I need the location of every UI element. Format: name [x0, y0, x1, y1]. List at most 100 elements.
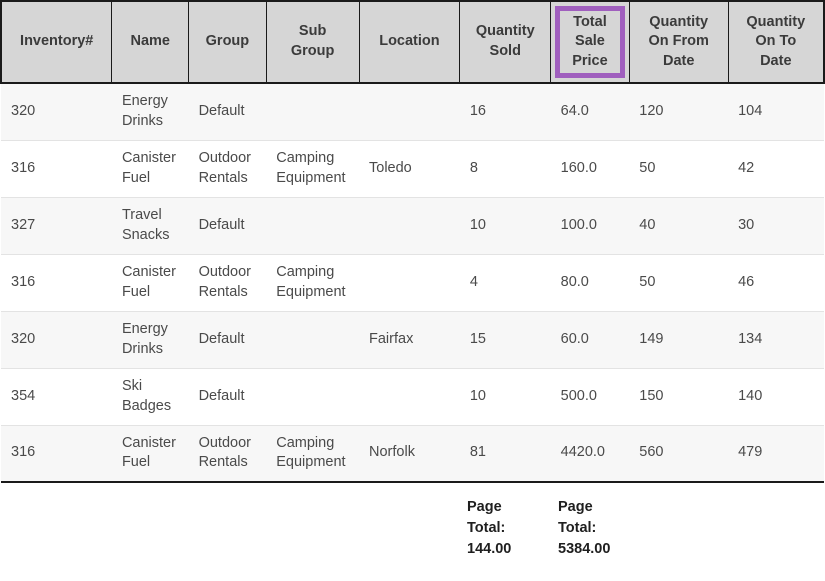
table-row[interactable]: 327 Travel Snacks Default 10 100.0 40 30	[1, 197, 824, 255]
column-header-quantity-on-from-date-label-line3: Date	[662, 52, 695, 69]
column-header-group[interactable]: Group	[188, 0, 267, 84]
cell-name: Canister Fuel	[111, 425, 189, 483]
column-header-group-label: Group	[205, 33, 250, 50]
cell-sub-group	[266, 197, 360, 255]
cell-qty-on-from: 40	[629, 197, 729, 255]
inventory-sales-table: Inventory# Name Group Sub Group Location…	[0, 0, 825, 483]
cell-total-sale: 160.0	[550, 140, 630, 198]
footer-total-sale-price-total-label-line1: Page	[558, 499, 593, 515]
cell-total-sale: 80.0	[550, 254, 630, 312]
cell-group: Default	[188, 197, 267, 255]
cell-name: Energy Drinks	[111, 311, 189, 369]
table-header-row: Inventory# Name Group Sub Group Location…	[0, 0, 825, 84]
cell-location: Norfolk	[359, 425, 460, 483]
cell-group: Outdoor Rentals	[188, 140, 267, 198]
cell-total-sale: 500.0	[550, 368, 630, 426]
cell-qty-on-from: 150	[629, 368, 729, 426]
cell-location: Toledo	[359, 140, 460, 198]
cell-group: Default	[188, 311, 267, 369]
column-header-sub-group[interactable]: Sub Group	[265, 0, 360, 84]
cell-quantity-sold: 16	[459, 83, 551, 141]
column-header-name-label: Name	[130, 33, 171, 50]
column-header-sub-group-label-line1: Sub	[298, 23, 327, 40]
column-header-quantity-on-from-date-label-line1: Quantity	[649, 13, 709, 30]
footer-quantity-sold-total-value: 144.00	[467, 541, 512, 558]
table-row[interactable]: 316 Canister Fuel Outdoor Rentals Camping E…	[1, 254, 824, 312]
table-row[interactable]: 316 Canister Fuel Outdoor Rentals Camping E…	[1, 140, 824, 198]
column-header-quantity-sold[interactable]: Quantity Sold	[459, 0, 552, 84]
cell-qty-on-to: 134	[728, 311, 824, 369]
cell-quantity-sold: 81	[459, 425, 551, 483]
cell-total-sale: 60.0	[550, 311, 630, 369]
cell-qty-on-from: 149	[629, 311, 729, 369]
cell-qty-on-from: 50	[629, 140, 729, 198]
column-header-quantity-on-from-date[interactable]: Quantity On From Date	[628, 0, 729, 84]
cell-sub-group: Camping Equipment	[266, 425, 360, 483]
column-header-total-sale-price-label-line1: Total	[573, 13, 607, 30]
column-header-location[interactable]: Location	[358, 0, 461, 84]
cell-qty-on-from: 50	[629, 254, 729, 312]
footer-quantity-sold-total-label-line1: Page	[467, 499, 502, 515]
column-header-sub-group-label-line2: Group	[290, 43, 335, 59]
column-header-quantity-on-to-date[interactable]: Quantity On To Date	[727, 0, 825, 84]
cell-inventory: 316	[1, 140, 112, 198]
cell-name: Travel Snacks	[111, 197, 189, 255]
cell-group: Outdoor Rentals	[188, 254, 267, 312]
table-body: 320 Energy Drinks Default 16 64.0 120 104 316 Ca…	[1, 83, 824, 483]
table-row[interactable]: 320 Energy Drinks Default Fairfax 15 60.0 149 1…	[1, 311, 824, 369]
table-row[interactable]: 320 Energy Drinks Default 16 64.0 120 104	[1, 83, 824, 141]
footer-quantity-sold-total: Page Total: 144.00	[467, 497, 511, 560]
cell-qty-on-to: 30	[728, 197, 824, 255]
cell-location	[359, 254, 460, 312]
column-header-quantity-on-to-date-label-line3: Date	[760, 52, 792, 69]
cell-inventory: 327	[1, 197, 112, 255]
cell-sub-group	[266, 368, 360, 426]
cell-inventory: 320	[1, 311, 112, 369]
cell-inventory: 316	[1, 254, 112, 312]
cell-location	[359, 368, 460, 426]
cell-name: Canister Fuel	[111, 254, 189, 312]
column-header-total-sale-price[interactable]: Total Sale Price	[550, 0, 630, 84]
column-header-quantity-sold-label-line2: Sold	[489, 43, 521, 59]
cell-quantity-sold: 15	[459, 311, 551, 369]
cell-quantity-sold: 10	[459, 368, 551, 426]
cell-quantity-sold: 4	[459, 254, 551, 312]
cell-location	[359, 83, 460, 141]
cell-qty-on-from: 560	[629, 425, 729, 483]
footer-total-sale-price-total-label-line2: Total:	[558, 520, 597, 537]
cell-group: Default	[188, 83, 267, 141]
cell-name: Energy Drinks	[111, 83, 189, 141]
cell-sub-group: Camping Equipment	[266, 254, 360, 312]
cell-name: Canister Fuel	[111, 140, 189, 198]
column-header-quantity-on-to-date-label-line2: On To	[755, 33, 797, 50]
footer-total-sale-price-total-value: 5384.00	[558, 541, 611, 558]
cell-group: Outdoor Rentals	[188, 425, 267, 483]
table-footer: Page Total: 144.00 Page Total: 5384.00	[0, 483, 825, 579]
column-header-name[interactable]: Name	[111, 0, 190, 84]
cell-sub-group	[266, 83, 360, 141]
footer-total-sale-price-total: Page Total: 5384.00	[558, 497, 610, 560]
cell-location: Fairfax	[359, 311, 460, 369]
cell-quantity-sold: 8	[459, 140, 551, 198]
cell-total-sale: 64.0	[550, 83, 630, 141]
cell-total-sale: 4420.0	[550, 425, 630, 483]
cell-quantity-sold: 10	[459, 197, 551, 255]
column-header-quantity-on-to-date-label-line1: Quantity	[746, 13, 806, 30]
table-row[interactable]: 316 Canister Fuel Outdoor Rentals Camping E…	[1, 425, 824, 483]
cell-qty-on-to: 140	[728, 368, 824, 426]
cell-total-sale: 100.0	[550, 197, 630, 255]
column-header-inventory-label: Inventory#	[20, 33, 94, 50]
cell-qty-on-to: 42	[728, 140, 824, 198]
cell-inventory: 354	[1, 368, 112, 426]
cell-name: Ski Badges	[111, 368, 189, 426]
column-header-quantity-on-from-date-label-line2: On From	[648, 33, 709, 50]
column-header-inventory[interactable]: Inventory#	[0, 0, 113, 84]
table-header: Inventory# Name Group Sub Group Location…	[0, 0, 825, 84]
cell-group: Default	[188, 368, 267, 426]
table-row[interactable]: 354 Ski Badges Default 10 500.0 150 140	[1, 368, 824, 426]
cell-inventory: 316	[1, 425, 112, 483]
cell-location	[359, 197, 460, 255]
cell-sub-group	[266, 311, 360, 369]
footer-quantity-sold-total-label-line2: Total:	[467, 520, 506, 537]
cell-sub-group: Camping Equipment	[266, 140, 360, 198]
